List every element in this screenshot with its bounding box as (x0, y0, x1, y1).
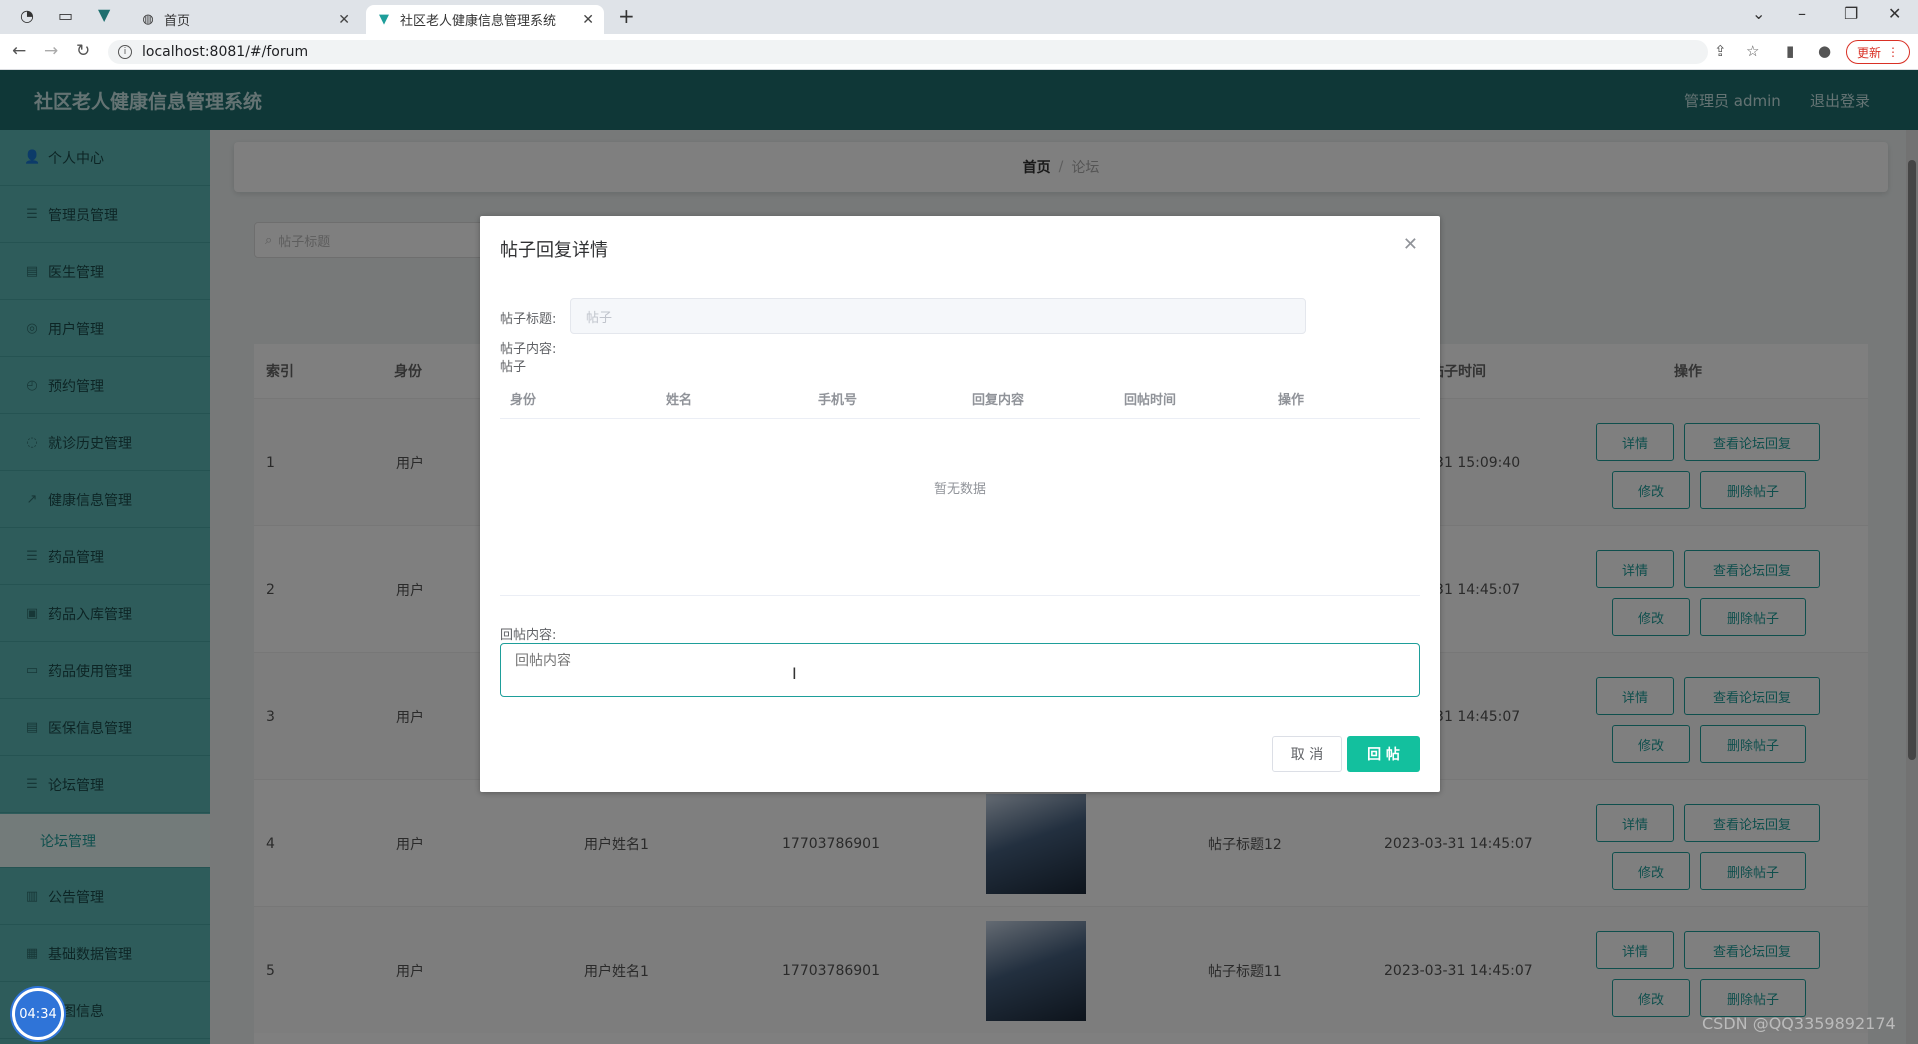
timer-label: 04:34 (19, 1006, 57, 1022)
cancel-button[interactable]: 取 消 (1272, 736, 1342, 772)
column-header: 回复内容 (972, 392, 1025, 408)
reply-submit-label: 回 帖 (1367, 747, 1400, 763)
post-title-label: 帖子标题: (500, 312, 557, 327)
browser-menu-icon[interactable]: ◔ (20, 6, 34, 25)
post-title-value: 帖子 (586, 310, 613, 326)
url-text: localhost:8081/#/forum (142, 44, 309, 60)
post-content-value: 帖子 (500, 360, 527, 375)
empty-state: 暂无数据 (933, 482, 986, 497)
reply-submit-button[interactable]: 回 帖 (1347, 736, 1420, 772)
update-label: 更新 (1856, 45, 1881, 60)
column-header: 操作 (1278, 392, 1305, 408)
vue-tab-icon[interactable]: ▼ (98, 5, 110, 24)
watermark: CSDN @QQ3359892174 (1702, 1014, 1896, 1033)
browser-tabbar: ◔ ▭ ▼ ◍ 首页 ✕ ▼ 社区老人健康信息管理系统 ✕ + ⌄ – ❐ ✕ (0, 0, 1918, 34)
column-header: 身份 (510, 392, 537, 408)
window-close-icon[interactable]: ✕ (1888, 4, 1901, 23)
header-divider (500, 418, 1420, 419)
blank-tab-icon[interactable]: ▭ (58, 6, 73, 25)
reply-content-textarea[interactable] (500, 643, 1420, 697)
tab-home[interactable]: ◍ 首页 ✕ (130, 5, 360, 34)
info-icon[interactable]: i (118, 45, 132, 59)
tab-home-label: 首页 (164, 14, 191, 29)
url-field[interactable]: i localhost:8081/#/forum (108, 40, 1708, 64)
new-tab-icon[interactable]: + (618, 4, 635, 28)
chevron-down-icon[interactable]: ⌄ (1752, 4, 1765, 23)
cancel-label: 取 消 (1290, 747, 1324, 763)
close-icon[interactable]: ✕ (582, 12, 594, 28)
profile-icon[interactable]: ● (1818, 42, 1831, 60)
text-cursor-icon: I (792, 664, 797, 683)
restore-icon[interactable]: ❐ (1844, 4, 1858, 23)
forward-icon[interactable]: → (44, 41, 58, 61)
address-bar: ← → ↻ i localhost:8081/#/forum ⇪ ☆ ▮ ● 更… (0, 34, 1918, 70)
tab-system[interactable]: ▼ 社区老人健康信息管理系统 ✕ (366, 5, 604, 34)
update-button[interactable]: 更新 ⋮ (1846, 40, 1910, 64)
post-title-field: 帖子 (570, 298, 1306, 334)
share-icon[interactable]: ⇪ (1714, 42, 1727, 60)
minimize-icon[interactable]: – (1798, 4, 1806, 23)
reply-table: 身份 姓名 手机号 回复内容 回帖时间 操作 暂无数据 (500, 378, 1420, 596)
sidepanel-icon[interactable]: ▮ (1786, 42, 1794, 60)
vue-icon: ▼ (379, 12, 389, 27)
column-header: 姓名 (666, 392, 693, 408)
kebab-menu-icon: ⋮ (1887, 45, 1899, 59)
recording-timer-badge: 04:34 (12, 988, 64, 1040)
reload-icon[interactable]: ↻ (76, 41, 90, 61)
star-icon[interactable]: ☆ (1746, 42, 1759, 60)
close-icon[interactable]: ✕ (1403, 234, 1418, 255)
reply-content-label: 回帖内容: (500, 628, 557, 643)
column-header: 回帖时间 (1124, 392, 1177, 408)
reply-detail-dialog: 帖子回复详情 ✕ 帖子标题: 帖子 帖子内容: 帖子 身份 姓名 手机号 回复内… (480, 216, 1440, 792)
column-header: 手机号 (818, 392, 858, 408)
close-icon[interactable]: ✕ (338, 12, 350, 28)
globe-icon: ◍ (142, 12, 154, 27)
dialog-title: 帖子回复详情 (500, 240, 608, 261)
post-content-label: 帖子内容: (500, 342, 557, 357)
tab-system-label: 社区老人健康信息管理系统 (400, 14, 557, 29)
back-icon[interactable]: ← (12, 41, 26, 61)
